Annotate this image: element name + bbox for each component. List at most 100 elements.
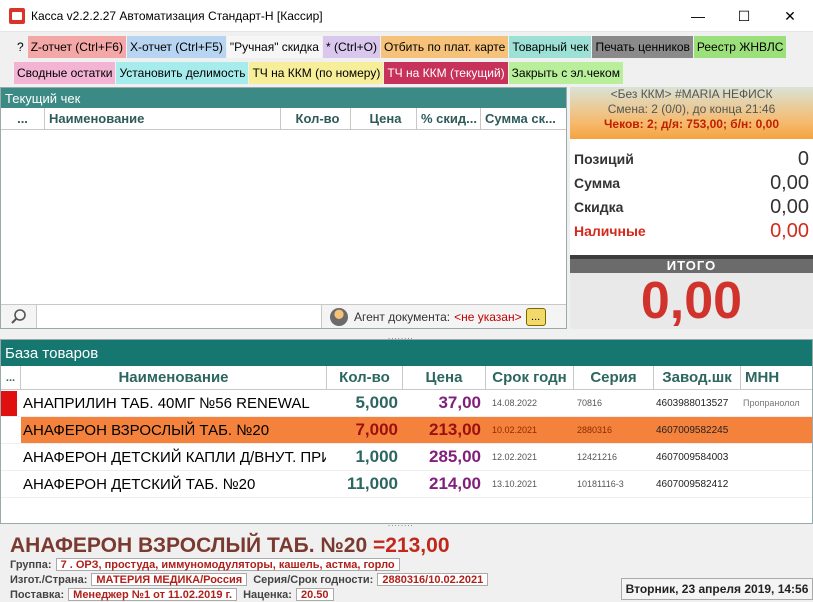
product-price: 213,00 [429, 420, 481, 439]
maximize-icon[interactable]: ☐ [721, 0, 767, 32]
row2-button-0[interactable]: Сводные остатки [14, 62, 116, 84]
search-icon [10, 308, 26, 324]
summary-cash: Наличные 0,00 [574, 219, 809, 243]
window-title: Касса v2.2.2.27 Автоматизация Стандарт-Н… [31, 8, 323, 23]
receipt-col-qty[interactable]: Кол-во [281, 108, 351, 129]
toolbar-row-1: ? Z-отчет (Ctrl+F6) X-отчет (Ctrl+F5) "Ручн… [14, 36, 787, 58]
detail-price: =213,00 [373, 534, 450, 557]
row1-button-6[interactable]: Товарный чек [509, 36, 592, 58]
row1-button-7[interactable]: Печать ценников [592, 36, 693, 58]
summary-discount: Скидка 0,00 [574, 195, 809, 219]
product-name: АНАФЕРОН ВЗРОСЛЫЙ ТАБ. №20 [23, 421, 270, 439]
product-row[interactable]: АНАПРИЛИН ТАБ. 40МГ №56 RENEWAL 5,000 37,0… [1, 390, 812, 417]
detail-manufacturer-label: Изгот./Страна: [10, 573, 88, 586]
summary-positions-label: Позиций [574, 151, 634, 167]
receipt-body[interactable] [1, 130, 566, 306]
product-detail: АНАФЕРОН ВЗРОСЛЫЙ ТАБ. №20 =213,00 Групп… [0, 528, 813, 601]
products-col-price[interactable]: Цена [403, 366, 486, 389]
product-series: 2880316 [577, 425, 613, 435]
product-expiry: 10.02.2021 [492, 425, 538, 435]
products-col-mnn[interactable]: МНН [741, 366, 811, 389]
splitter-bottom[interactable]: ........ [0, 519, 813, 528]
receipt-col-price[interactable]: Цена [351, 108, 417, 129]
row-marker [1, 444, 21, 470]
product-mnn: Пропранолол [743, 398, 800, 408]
shift-info: Смена: 2 (0/0), до конца 21:46 [607, 102, 776, 116]
products-title: База товаров [1, 340, 812, 366]
summary-discount-label: Скидка [574, 199, 624, 215]
splitter-top[interactable]: ........ [0, 330, 813, 341]
product-row[interactable]: АНАФЕРОН ДЕТСКИЙ ТАБ. №20 11,000 214,00 13.… [1, 471, 812, 498]
product-name: АНАФЕРОН ДЕТСКИЙ КАПЛИ Д/ВНУТ. ПРИЕ [23, 448, 327, 466]
product-expiry: 12.02.2021 [492, 452, 538, 462]
detail-markup-label: Наценка: [243, 588, 292, 601]
product-qty: 1,000 [355, 447, 398, 466]
products-col-name[interactable]: Наименование [21, 366, 327, 389]
row1-button-5[interactable]: Отбить по плат. карте [380, 36, 509, 58]
product-barcode: 4607009582412 [656, 478, 729, 490]
receipt-title: Текущий чек [1, 88, 566, 108]
datetime-display: Вторник, 23 апреля 2019, 14:56 [621, 578, 813, 600]
products-panel: База товаров ... Наименование Кол-во Цен… [0, 339, 813, 524]
agent-select-button[interactable]: ... [525, 307, 546, 326]
product-row[interactable]: АНАФЕРОН ДЕТСКИЙ КАПЛИ Д/ВНУТ. ПРИЕ 1,000… [1, 444, 812, 471]
product-barcode: 4603988013527 [656, 397, 729, 409]
row1-button-0[interactable]: ? [14, 36, 27, 58]
row-marker [1, 417, 21, 443]
products-col-menu[interactable]: ... [1, 366, 21, 389]
search-input[interactable] [37, 305, 322, 328]
detail-supply-value: Менеджер №1 от 11.02.2019 г. [68, 588, 238, 601]
products-col-expiry[interactable]: Срок годн [486, 366, 574, 389]
row2-button-2[interactable]: ТЧ на ККМ (по номеру) [249, 62, 384, 84]
receipt-col-name[interactable]: Наименование [45, 108, 281, 129]
products-header: ... Наименование Кол-во Цена Срок годн С… [1, 366, 812, 390]
product-name: АНАПРИЛИН ТАБ. 40МГ №56 RENEWAL [23, 394, 310, 412]
receipt-col-discount[interactable]: % скид... [417, 108, 481, 129]
product-row[interactable]: АНАФЕРОН ВЗРОСЛЫЙ ТАБ. №20 7,000 213,00 10.… [1, 417, 812, 444]
detail-markup-value: 20.50 [295, 588, 334, 601]
total-block: ИТОГО 0,00 [570, 255, 813, 329]
summary-cash-label: Наличные [574, 223, 646, 239]
row1-button-3[interactable]: "Ручная" скидка [226, 36, 322, 58]
detail-manufacturer-row: Изгот./Страна: МАТЕРИЯ МЕДИКА/Россия Сер… [10, 573, 489, 586]
row1-button-8[interactable]: Реестр ЖНВЛС [693, 36, 787, 58]
kkm-user: <Без ККМ> #MARIA НЕФИСК [610, 87, 773, 101]
summary-cash-value: 0,00 [770, 219, 809, 242]
summary-positions-value: 0 [797, 147, 809, 170]
toolbar-row-2: Сводные остатки Установить делимость ТЧ на… [14, 62, 623, 84]
agent-label: Агент документа: [354, 309, 451, 324]
detail-supply-label: Поставка: [10, 588, 65, 601]
summary-panel: <Без ККМ> #MARIA НЕФИСК Смена: 2 (0/0), … [570, 87, 813, 329]
row2-button-1[interactable]: Установить делимость [116, 62, 249, 84]
detail-group-row: Группа: 7 . ОРЗ, простуда, иммуномодулят… [10, 558, 400, 571]
receipt-col-discount-sum[interactable]: Сумма ск... [481, 108, 561, 129]
products-col-qty[interactable]: Кол-во [327, 366, 403, 389]
row1-button-2[interactable]: X-отчет (Ctrl+F5) [126, 36, 226, 58]
close-icon[interactable]: ✕ [767, 0, 813, 32]
product-mnn [741, 471, 811, 497]
product-qty: 5,000 [355, 393, 398, 412]
row-marker [1, 471, 21, 497]
products-col-barcode[interactable]: Завод.шк [654, 366, 741, 389]
product-qty: 11,000 [346, 474, 398, 493]
title-bar: Касса v2.2.2.27 Автоматизация Стандарт-Н… [0, 0, 813, 32]
row2-button-3[interactable]: ТЧ на ККМ (текущий) [384, 62, 508, 84]
row2-button-4[interactable]: Закрыть с эл.чеком [508, 62, 623, 84]
product-qty: 7,000 [355, 420, 398, 439]
search-button[interactable] [1, 305, 37, 328]
detail-manufacturer-value: МАТЕРИЯ МЕДИКА/Россия [91, 573, 248, 586]
receipt-col-menu[interactable]: ... [1, 108, 45, 129]
row1-button-4[interactable]: * (Ctrl+O) [322, 36, 380, 58]
summary-sum: Сумма 0,00 [574, 171, 809, 195]
summary-rows: Позиций 0 Сумма 0,00 Скидка 0,00 Наличны… [570, 139, 813, 243]
summary-positions: Позиций 0 [574, 147, 809, 171]
agent-icon [330, 307, 348, 326]
products-col-series[interactable]: Серия [574, 366, 654, 389]
receipts-info: Чеков: 2; д/я: 753,00; б/н: 0,00 [604, 117, 779, 131]
product-expiry: 13.10.2021 [492, 479, 538, 489]
toolbar: ? Z-отчет (Ctrl+F6) X-отчет (Ctrl+F5) "Ручн… [0, 33, 813, 87]
minimize-icon[interactable]: — [675, 0, 721, 32]
row1-button-1[interactable]: Z-отчет (Ctrl+F6) [27, 36, 126, 58]
product-price: 285,00 [429, 447, 481, 466]
detail-supply-row: Поставка: Менеджер №1 от 11.02.2019 г. Н… [10, 588, 334, 601]
